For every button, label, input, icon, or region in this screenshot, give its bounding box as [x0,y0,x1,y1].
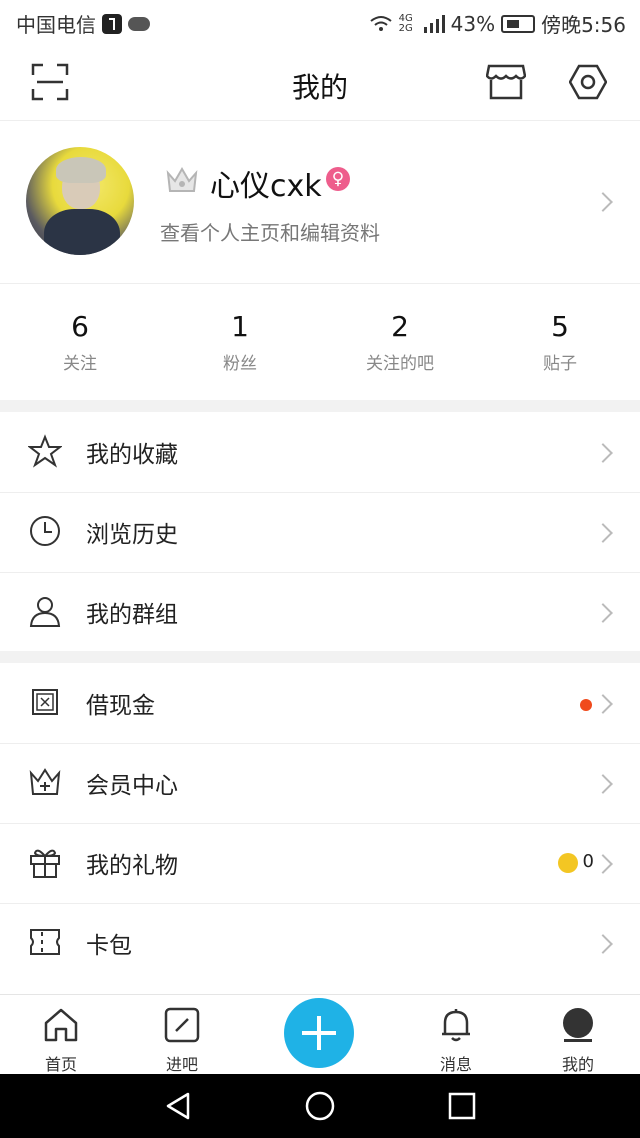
section-divider [0,400,640,412]
stat-value: 1 [231,310,249,343]
menu-item-wallet[interactable]: 卡包 [0,903,640,983]
avatar[interactable] [26,147,134,255]
star-icon [26,432,64,470]
me-icon [560,1007,596,1043]
section-divider [0,651,640,663]
stat-posts[interactable]: 5 贴子 [480,284,640,400]
stats-row: 6 关注 1 粉丝 2 关注的吧 5 贴子 [0,284,640,400]
menu-label: 我的群组 [86,602,178,628]
stat-label: 关注 [63,354,97,374]
tab-label: 首页 [44,1055,77,1074]
tab-label: 消息 [439,1055,472,1074]
chevron-right-icon [593,854,613,874]
store-button[interactable] [486,62,526,102]
stat-value: 6 [71,310,89,343]
cloud-icon [128,16,150,31]
menu-item-gifts[interactable]: 我的礼物 0 [0,823,640,904]
tab-home[interactable]: 首页 [16,995,106,1075]
menu-label: 会员中心 [86,773,178,799]
tab-label: 进吧 [165,1055,198,1074]
menu-item-favorites[interactable]: 我的收藏 [0,412,640,493]
signal-icon [423,14,445,33]
crown-icon [166,167,198,192]
menu-item-groups[interactable]: 我的群组 [0,572,640,653]
network-type-label: 4G 2G [398,12,413,34]
gift-icon [26,843,64,881]
vip-crown-icon [26,763,64,801]
stat-label: 贴子 [543,354,577,374]
home-icon [43,1007,79,1043]
notification-dot [580,699,592,711]
profile-card[interactable]: 心仪cxk 查看个人主页和编辑资料 [0,121,640,284]
clock-icon [26,512,64,550]
stat-label: 粉丝 [223,354,257,374]
edit-profile-link[interactable]: 查看个人主页和编辑资料 [160,217,380,246]
menu-label: 我的收藏 [86,442,178,468]
wifi-icon [370,15,392,31]
status-bar: 中国电信 4G 2G 43% 傍晚5:56 [0,0,640,44]
stat-following[interactable]: 6 关注 [0,284,160,400]
menu-item-history[interactable]: 浏览历史 [0,492,640,573]
clock: 傍晚5:56 [541,13,626,37]
back-icon[interactable] [162,1090,194,1122]
stat-value: 2 [391,310,409,343]
menu-item-cash[interactable]: 借现金 [0,663,640,744]
chevron-right-icon [593,192,613,212]
stat-value: 5 [551,310,569,343]
gift-coin-count: 0 [582,851,594,872]
menu-label: 我的礼物 [86,853,178,879]
battery-icon [501,14,536,33]
recents-icon[interactable] [446,1090,478,1122]
chevron-right-icon [593,934,613,954]
tab-bar[interactable]: 进吧 [137,995,227,1075]
home-nav-icon[interactable] [304,1090,336,1122]
battery-percent: 43% [450,11,496,36]
stat-followed-bars[interactable]: 2 关注的吧 [320,284,480,400]
tiktok-icon [102,13,122,34]
chevron-right-icon [593,603,613,623]
female-gender-icon [326,167,350,191]
stat-followers[interactable]: 1 粉丝 [160,284,320,400]
person-icon [26,592,64,630]
chevron-right-icon [593,774,613,794]
menu-label: 借现金 [86,693,155,719]
top-bar: 我的 [0,44,640,121]
coin-icon [558,853,578,873]
carrier-label: 中国电信 [16,13,96,37]
username: 心仪cxk [210,169,322,204]
cash-icon [26,683,64,721]
system-nav-bar [0,1074,640,1138]
tab-messages[interactable]: 消息 [411,995,501,1075]
ticket-icon [26,923,64,961]
enter-bar-icon [164,1007,200,1043]
chevron-right-icon [593,694,613,714]
store-icon [486,64,526,100]
menu-item-vip[interactable]: 会员中心 [0,743,640,824]
tab-me[interactable]: 我的 [533,995,623,1075]
settings-icon [569,64,607,100]
tab-label: 我的 [561,1055,594,1074]
page-title: 我的 [291,71,348,104]
bell-icon [438,1007,474,1043]
menu-label: 浏览历史 [86,522,178,548]
settings-button[interactable] [568,62,608,102]
menu-label: 卡包 [86,933,132,959]
stat-label: 关注的吧 [366,354,434,374]
create-post-button[interactable] [284,998,354,1068]
chevron-right-icon [593,443,613,463]
chevron-right-icon [593,523,613,543]
